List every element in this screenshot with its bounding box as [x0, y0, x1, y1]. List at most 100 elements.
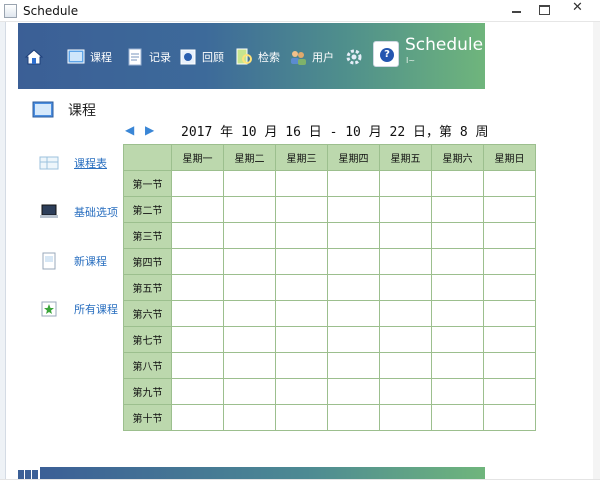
schedule-cell[interactable] — [327, 378, 380, 405]
close-button[interactable]: ✕ — [557, 0, 598, 18]
schedule-cell[interactable] — [171, 300, 224, 327]
week-range-text: 2017 年 10 月 16 日 - 10 月 22 日，第 8 周 — [181, 125, 489, 140]
schedule-cell[interactable] — [431, 222, 484, 249]
schedule-cell[interactable] — [431, 274, 484, 301]
minimize-button[interactable] — [503, 0, 530, 18]
toolbar-search-button[interactable]: 检索 — [234, 42, 280, 72]
toolbar-records-button[interactable]: 记录 — [125, 42, 171, 72]
bottom-border — [0, 479, 600, 492]
schedule-cell[interactable] — [327, 248, 380, 275]
schedule-cell[interactable] — [483, 196, 536, 223]
schedule-cell[interactable] — [379, 352, 432, 379]
sidebar-item-label: 新课程 — [74, 255, 107, 268]
schedule-cell[interactable] — [483, 352, 536, 379]
previous-week-button[interactable]: ◀ — [125, 124, 139, 136]
schedule-cell[interactable] — [379, 404, 432, 431]
window-title: Schedule — [23, 4, 79, 18]
schedule-cell[interactable] — [223, 170, 276, 197]
schedule-cell[interactable] — [275, 170, 328, 197]
period-label: 第六节 — [123, 300, 172, 327]
schedule-cell[interactable] — [327, 326, 380, 353]
schedule-cell[interactable] — [431, 326, 484, 353]
app-icon — [4, 4, 17, 18]
sidebar-item-all-courses[interactable]: 所有课程 — [38, 300, 118, 318]
schedule-cell[interactable] — [431, 300, 484, 327]
schedule-cell[interactable] — [171, 326, 224, 353]
schedule-cell[interactable] — [275, 326, 328, 353]
schedule-cell[interactable] — [431, 248, 484, 275]
schedule-cell[interactable] — [379, 196, 432, 223]
toolbar-courses-button[interactable]: 课程 — [66, 42, 112, 72]
schedule-cell[interactable] — [223, 404, 276, 431]
schedule-cell[interactable] — [483, 170, 536, 197]
schedule-cell[interactable] — [327, 196, 380, 223]
schedule-cell[interactable] — [223, 196, 276, 223]
schedule-cell[interactable] — [379, 300, 432, 327]
schedule-cell[interactable] — [223, 378, 276, 405]
sidebar-item-new-course[interactable]: 新课程 — [38, 252, 107, 270]
schedule-cell[interactable] — [327, 352, 380, 379]
schedule-cell[interactable] — [483, 248, 536, 275]
schedule-cell[interactable] — [275, 274, 328, 301]
schedule-cell[interactable] — [171, 196, 224, 223]
day-header: 星期二 — [223, 144, 276, 171]
schedule-cell[interactable] — [379, 170, 432, 197]
schedule-cell[interactable] — [171, 352, 224, 379]
schedule-cell[interactable] — [275, 404, 328, 431]
schedule-cell[interactable] — [483, 326, 536, 353]
schedule-cell[interactable] — [379, 378, 432, 405]
sidebar-header: 课程 — [32, 100, 96, 120]
period-label: 第五节 — [123, 274, 172, 301]
toolbar-users-button[interactable]: 用户 — [288, 42, 334, 72]
schedule-cell[interactable] — [327, 404, 380, 431]
settings-button[interactable] — [344, 42, 368, 72]
schedule-cell[interactable] — [431, 404, 484, 431]
bottom-blocks — [18, 467, 40, 482]
schedule-cell[interactable] — [223, 274, 276, 301]
schedule-cell[interactable] — [171, 404, 224, 431]
schedule-cell[interactable] — [379, 222, 432, 249]
schedule-cell[interactable] — [483, 222, 536, 249]
toolbar-review-button[interactable]: 回顾 — [178, 42, 224, 72]
schedule-cell[interactable] — [171, 378, 224, 405]
schedule-cell[interactable] — [431, 378, 484, 405]
schedule-cell[interactable] — [171, 222, 224, 249]
schedule-cell[interactable] — [223, 300, 276, 327]
schedule-cell[interactable] — [171, 248, 224, 275]
schedule-cell[interactable] — [327, 300, 380, 327]
next-week-button[interactable]: ▶ — [145, 124, 159, 136]
schedule-cell[interactable] — [379, 248, 432, 275]
schedule-cell[interactable] — [223, 326, 276, 353]
schedule-cell[interactable] — [223, 248, 276, 275]
schedule-cell[interactable] — [275, 222, 328, 249]
schedule-cell[interactable] — [431, 352, 484, 379]
schedule-cell[interactable] — [483, 378, 536, 405]
schedule-cell[interactable] — [379, 274, 432, 301]
schedule-cell[interactable] — [275, 352, 328, 379]
schedule-cell[interactable] — [275, 196, 328, 223]
schedule-cell[interactable] — [431, 196, 484, 223]
banner-stripe — [6, 23, 18, 89]
sidebar-item-basic-options[interactable]: 基础选项 — [38, 203, 118, 221]
schedule-cell[interactable] — [327, 170, 380, 197]
schedule-cell[interactable] — [275, 248, 328, 275]
star-document-icon — [41, 301, 57, 317]
schedule-cell[interactable] — [275, 300, 328, 327]
schedule-cell[interactable] — [327, 274, 380, 301]
schedule-cell[interactable] — [171, 170, 224, 197]
schedule-cell[interactable] — [483, 274, 536, 301]
schedule-cell[interactable] — [431, 170, 484, 197]
schedule-cell[interactable] — [275, 378, 328, 405]
table-row: 第四节 — [123, 248, 536, 275]
schedule-cell[interactable] — [223, 222, 276, 249]
home-button[interactable] — [24, 42, 48, 72]
schedule-cell[interactable] — [483, 300, 536, 327]
schedule-cell[interactable] — [223, 352, 276, 379]
schedule-cell[interactable] — [171, 274, 224, 301]
schedule-cell[interactable] — [327, 222, 380, 249]
sidebar-item-timetable[interactable]: 课程表 — [38, 154, 107, 172]
maximize-button[interactable] — [530, 0, 557, 18]
schedule-cell[interactable] — [379, 326, 432, 353]
schedule-cell[interactable] — [483, 404, 536, 431]
table-row: 第九节 — [123, 378, 536, 405]
